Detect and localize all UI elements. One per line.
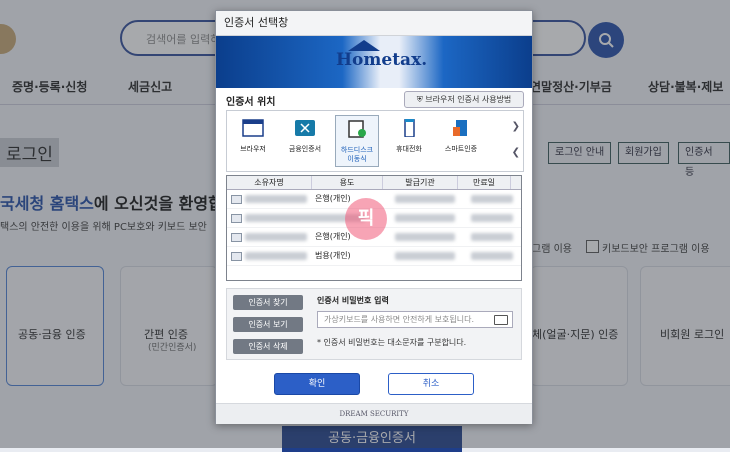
password-panel: 인증서 찾기 인증서 보기 인증서 삭제 인증서 비밀번호 입력 가상키보드를 … [226,288,522,360]
location-browser[interactable]: 브라우저 [231,115,275,167]
cancel-button[interactable]: 취소 [388,373,474,395]
password-placeholder: 가상키보드를 사용하면 안전하게 보호됩니다. [324,315,475,324]
cert-icon [231,252,242,261]
password-note: * 인증서 비밀번호는 대소문자를 구분합니다. [317,338,467,347]
phone-icon [404,118,415,138]
shield-icon: ⛨ [416,95,426,104]
location-title: 인증서 위치 [226,97,276,108]
location-label-smart: 스마트인증 [444,145,478,153]
view-cert-button[interactable]: 인증서 보기 [233,317,303,332]
hometax-logo: Hometax. [336,50,428,70]
harddisk-icon [348,120,366,138]
cert-usage: 은행(개인) [315,232,351,241]
cert-password-input[interactable]: 가상키보드를 사용하면 안전하게 보호됩니다. [317,311,513,328]
cert-list-table: 소유자명 용도 발급기관 만료일 은행(개인) 은행(개인) 범용(개인) 픽 [226,175,522,281]
cert-icon [231,195,242,204]
chevron-right-icon[interactable]: ❯ [512,121,520,132]
location-smart-cert[interactable]: 스마트인증 [439,115,483,167]
cert-table-header: 소유자명 용도 발급기관 만료일 [227,176,521,190]
issuer-redacted [395,233,455,241]
col-owner[interactable]: 소유자명 [227,176,312,189]
cert-icon [231,233,242,242]
browser-cert-help-button[interactable]: ⛨ 브라우저 인증서 사용방법 [404,91,524,108]
location-label-browser: 브라우저 [240,145,266,153]
cert-icon [231,214,242,223]
password-label: 인증서 비밀번호 입력 [317,296,389,305]
hometax-banner: Hometax. [216,36,532,88]
owner-redacted [245,233,307,241]
expiry-redacted [471,195,513,203]
find-cert-button[interactable]: 인증서 찾기 [233,295,303,310]
expiry-redacted [471,233,513,241]
cert-usage: 은행(개인) [315,194,351,203]
location-phone[interactable]: 휴대전화 [387,115,431,167]
col-issuer[interactable]: 발급기관 [383,176,458,189]
financial-cert-icon [295,120,315,136]
owner-redacted [245,252,307,260]
location-label-financial: 금융인증서 [288,145,322,153]
location-financial-cert[interactable]: 금융인증서 [283,115,327,167]
confirm-button[interactable]: 확인 [274,373,360,395]
cert-location-bar: 브라우저 금융인증서 하드디스크 이동식 휴대전화 스마트인증 ❯ ❮ [226,110,524,172]
issuer-redacted [395,252,455,260]
delete-cert-button[interactable]: 인증서 삭제 [233,339,303,354]
help-button-label: 브라우저 인증서 사용방법 [425,95,512,104]
cert-select-dialog: 인증서 선택창 Hometax. 인증서 위치 ⛨ 브라우저 인증서 사용방법 … [215,10,533,424]
expiry-redacted [471,214,513,222]
issuer-redacted [395,195,455,203]
smart-cert-icon [453,120,467,136]
watermark-badge: 픽 [345,198,387,240]
cert-row[interactable]: 범용(개인) [227,247,521,266]
dream-security-footer: DREAM SECURITY [216,403,532,424]
browser-icon [242,119,264,137]
expiry-redacted [471,252,513,260]
location-harddisk[interactable]: 하드디스크 이동식 [335,115,379,167]
issuer-redacted [395,214,455,222]
cert-usage: 범용(개인) [315,251,351,260]
location-label-harddisk: 하드디스크 이동식 [340,146,374,163]
col-expiry[interactable]: 만료일 [458,176,511,189]
owner-redacted [245,195,307,203]
location-label-phone: 휴대전화 [396,145,422,153]
virtual-keyboard-icon[interactable] [494,315,508,325]
dialog-title: 인증서 선택창 [216,11,532,36]
chevron-left-icon[interactable]: ❮ [512,147,520,158]
col-usage[interactable]: 용도 [312,176,383,189]
